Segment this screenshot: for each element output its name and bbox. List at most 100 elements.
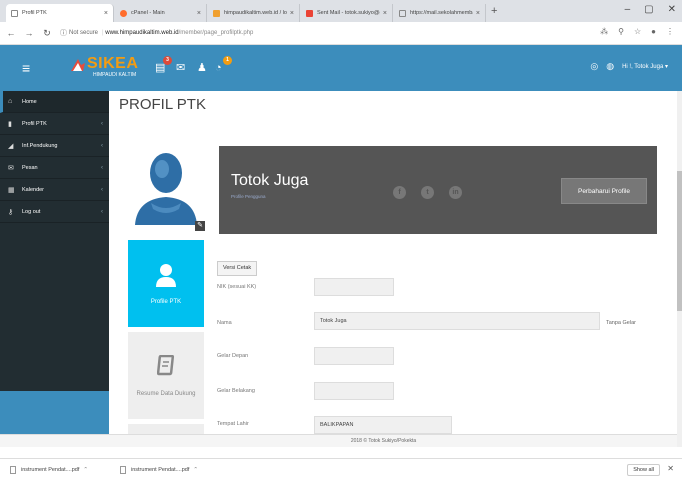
page-icon xyxy=(11,9,18,17)
close-window-icon[interactable]: ✕ xyxy=(668,4,676,15)
browser-tab-gmail[interactable]: Sent Mail - totok.sukiyo@go × xyxy=(301,4,393,22)
envelope-icon: ✉ xyxy=(8,164,14,172)
chevron-left-icon: ‹ xyxy=(101,164,103,171)
sidebar-item-profil-ptk[interactable]: ▮ Profil PTK ‹ xyxy=(0,113,109,135)
close-tab-icon[interactable]: × xyxy=(197,10,201,17)
pdf-file-icon xyxy=(120,465,126,474)
download-item[interactable]: instrument Pendat....pdf ⌃ xyxy=(120,465,220,474)
facebook-icon[interactable]: f xyxy=(393,186,406,199)
notification-docs-icon[interactable]: ▤ 3 xyxy=(155,56,172,74)
chevron-up-icon[interactable]: ⌃ xyxy=(193,467,198,473)
sidebar-item-label: Kalender xyxy=(22,186,45,193)
sidebar-item-home[interactable]: ⌂ Home xyxy=(0,91,109,113)
close-downloads-icon[interactable]: ✕ xyxy=(667,464,674,473)
profile-role: Profile Pengguna xyxy=(231,194,266,199)
sidebar-item-label: Pesan xyxy=(22,164,38,171)
page-title: PROFIL PTK xyxy=(119,96,206,113)
user-menu[interactable]: Hi !, Totok Juga ▾ xyxy=(622,63,668,70)
cpanel-icon xyxy=(120,9,127,17)
chat-icon[interactable]: ◔ 1 xyxy=(215,56,232,74)
browser-tab-phpmyadmin[interactable]: himpaudikaltim.web.id / local / × xyxy=(208,4,300,22)
home-icon: ⌂ xyxy=(8,98,13,105)
support-icon[interactable]: ◎ xyxy=(590,61,598,72)
menu-dots-icon[interactable]: ⋮ xyxy=(666,27,674,36)
minimize-icon[interactable]: – xyxy=(625,4,631,15)
reload-icon[interactable]: ↻ xyxy=(40,28,54,39)
linkedin-icon[interactable]: in xyxy=(449,186,462,199)
book-icon: ▮ xyxy=(8,120,12,128)
info-icon[interactable]: ⓘ xyxy=(60,28,67,38)
bell-icon[interactable]: ♟ xyxy=(197,62,208,74)
sidebar-item-label: Home xyxy=(22,98,37,105)
download-item[interactable]: instrument Pendat....pdf ⌃ xyxy=(10,465,110,474)
twitter-icon[interactable]: t xyxy=(421,186,434,199)
nik-input[interactable] xyxy=(314,278,394,296)
tab-title: Profil PTK xyxy=(22,10,47,16)
close-tab-icon[interactable]: × xyxy=(290,10,294,17)
chevron-up-icon[interactable]: ⌃ xyxy=(83,467,88,473)
edit-avatar-icon[interactable]: ✎ xyxy=(195,221,205,231)
browser-tab-cpanel[interactable]: cPanel - Main × xyxy=(115,4,207,22)
sidebar-item-inf-pendukung[interactable]: ◢ Inf.Pendukung ‹ xyxy=(0,135,109,157)
browser-tab-profil-ptk[interactable]: Profil PTK × xyxy=(6,4,114,22)
tile-next[interactable] xyxy=(128,424,204,434)
extension-icon[interactable]: ● xyxy=(651,27,656,36)
phpmyadmin-icon xyxy=(213,9,220,17)
tempat-lahir-input[interactable]: BALIKPAPAN xyxy=(314,416,452,434)
tile-label: Profile PTK xyxy=(150,298,182,305)
user-greeting: Hi !, Totok Juga xyxy=(622,64,664,70)
sidebar-item-log-out[interactable]: ⚷ Log out ‹ xyxy=(0,201,109,223)
page-scrollbar[interactable] xyxy=(677,91,682,447)
new-tab-button[interactable]: + xyxy=(491,5,497,17)
zoom-icon[interactable]: ⚲ xyxy=(618,27,624,36)
sidebar-item-label: Profil PTK xyxy=(22,120,47,127)
forward-icon[interactable]: → xyxy=(22,28,36,38)
logo-text: SIKEA xyxy=(87,55,139,72)
logo-subtext: HIMPAUDI KALTIM xyxy=(93,72,137,78)
address-bar[interactable]: ⓘ Not secure | www.himpaudikaltim.web.id… xyxy=(60,25,253,41)
bookmark-star-icon[interactable]: ☆ xyxy=(634,27,641,36)
gelar-belakang-input[interactable] xyxy=(314,382,394,400)
tab-title: cPanel - Main xyxy=(131,10,165,16)
update-profile-button[interactable]: Perbaharui Profile xyxy=(561,178,647,204)
tile-profile-ptk[interactable]: Profile PTK xyxy=(128,240,204,327)
browser-toolbar: ← → ↻ ⓘ Not secure | www.himpaudikaltim.… xyxy=(0,22,682,45)
no-title-label: Tanpa Gelar xyxy=(606,320,636,326)
logo-mark-icon xyxy=(71,59,85,71)
tile-resume-data-dukung[interactable]: Resume Data Dukung xyxy=(128,332,204,419)
scrollbar-thumb[interactable] xyxy=(677,171,682,311)
field-label-gelar-belakang: Gelar Belakang xyxy=(217,388,255,394)
sidebar-item-kalender[interactable]: ▦ Kalender ‹ xyxy=(0,179,109,201)
gmail-icon xyxy=(306,9,313,17)
close-tab-icon[interactable]: × xyxy=(104,10,108,17)
app-logo[interactable]: SIKEA HIMPAUDI KALTIM xyxy=(67,51,145,85)
url-domain: www.himpaudikaltim.web.id xyxy=(105,30,179,36)
chevron-left-icon: ‹ xyxy=(101,186,103,193)
sidebar-bottom-fill xyxy=(0,391,109,434)
print-version-button[interactable]: Versi Cetak xyxy=(217,261,258,276)
translate-icon[interactable]: ⁂ xyxy=(600,27,608,36)
hamburger-menu-icon[interactable]: ≡ xyxy=(22,61,40,75)
back-icon[interactable]: ← xyxy=(4,28,18,38)
chevron-left-icon: ‹ xyxy=(101,142,103,149)
gelar-depan-input[interactable] xyxy=(314,347,394,365)
maximize-icon[interactable]: ▢ xyxy=(644,4,653,15)
calendar-icon: ▦ xyxy=(8,186,15,194)
chevron-left-icon: ‹ xyxy=(101,208,103,215)
sidebar: ⌂ Home ▮ Profil PTK ‹ ◢ Inf.Pendukung ‹ … xyxy=(0,91,109,434)
sidebar-item-pesan[interactable]: ✉ Pesan ‹ xyxy=(0,157,109,179)
field-label-nik: NIK (sesuai KK) xyxy=(217,284,257,290)
nama-input[interactable]: Totok Juga xyxy=(314,312,600,330)
close-tab-icon[interactable]: × xyxy=(383,10,387,17)
browser-tab-mail[interactable]: https://mail.sekolahmembangun × xyxy=(394,4,486,22)
show-all-downloads-button[interactable]: Show all xyxy=(627,464,660,476)
header-user-area: ◎ ◍ Hi !, Totok Juga ▾ xyxy=(590,61,668,72)
chart-icon: ◢ xyxy=(8,142,14,150)
mail-icon[interactable]: ✉ xyxy=(176,62,187,74)
close-tab-icon[interactable]: × xyxy=(476,10,480,17)
download-file-name: instrument Pendat....pdf xyxy=(21,466,80,473)
field-label-nama: Nama xyxy=(217,320,232,326)
headset-icon[interactable]: ◍ xyxy=(606,61,614,72)
field-label-tempat-lahir: Tempat Lahir xyxy=(217,421,249,427)
sidebar-item-label: Log out xyxy=(22,208,41,215)
